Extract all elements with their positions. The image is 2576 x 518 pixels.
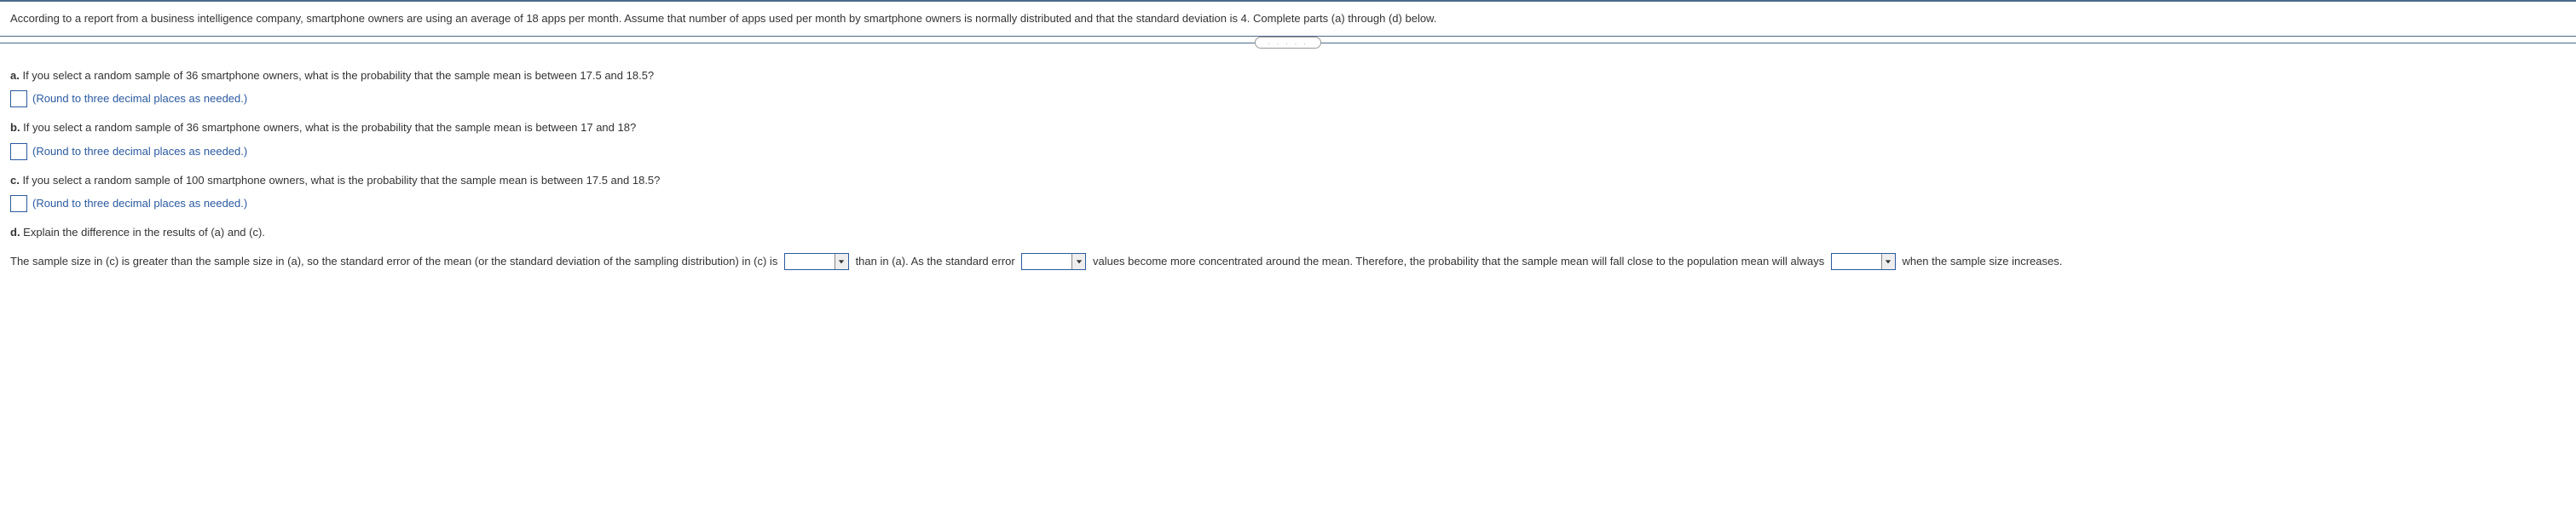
part-d-seg1: The sample size in (c) is greater than t… [10,255,781,268]
part-d-select-3[interactable] [1831,253,1896,270]
part-c-answer-row: (Round to three decimal places as needed… [10,195,2566,212]
part-c-text: If you select a random sample of 100 sma… [20,174,661,187]
part-b-answer-input[interactable] [10,143,27,160]
part-d-seg2: than in (a). As the standard error [856,255,1019,268]
dropdown-caret-icon [1071,254,1085,269]
expand-collapse-pill[interactable]: . . . . . [1255,37,1320,49]
problem-header: According to a report from a business in… [0,0,2576,37]
part-d-seg4: when the sample size increases. [1902,255,2062,268]
section-divider: . . . . . [0,37,2576,49]
dropdown-caret-icon [1881,254,1895,269]
part-c-question: c. If you select a random sample of 100 … [10,172,2566,189]
part-b-label: b. [10,121,20,134]
part-d-text: Explain the difference in the results of… [20,226,265,239]
part-a-text: If you select a random sample of 36 smar… [20,69,654,82]
part-b-answer-row: (Round to three decimal places as needed… [10,143,2566,160]
part-a-answer-row: (Round to three decimal places as needed… [10,90,2566,107]
part-b-hint: (Round to three decimal places as needed… [32,143,247,160]
part-c-hint: (Round to three decimal places as needed… [32,195,247,212]
part-a-label: a. [10,69,20,82]
content-area: a. If you select a random sample of 36 s… [0,49,2576,290]
part-a-answer-input[interactable] [10,90,27,107]
part-c-label: c. [10,174,20,187]
part-a-question: a. If you select a random sample of 36 s… [10,67,2566,84]
part-c-answer-input[interactable] [10,195,27,212]
divider-dots: . . . . . [1268,38,1308,46]
part-d-question: d. Explain the difference in the results… [10,224,2566,241]
part-d-select-1[interactable] [784,253,849,270]
part-d-select-2[interactable] [1021,253,1086,270]
part-d-seg3: values become more concentrated around t… [1093,255,1828,268]
part-d-label: d. [10,226,20,239]
part-a-hint: (Round to three decimal places as needed… [32,90,247,107]
problem-statement-text: According to a report from a business in… [10,12,1436,25]
dropdown-caret-icon [835,254,848,269]
part-d-explanation: The sample size in (c) is greater than t… [10,250,2566,274]
part-b-text: If you select a random sample of 36 smar… [20,121,637,134]
part-b-question: b. If you select a random sample of 36 s… [10,119,2566,136]
